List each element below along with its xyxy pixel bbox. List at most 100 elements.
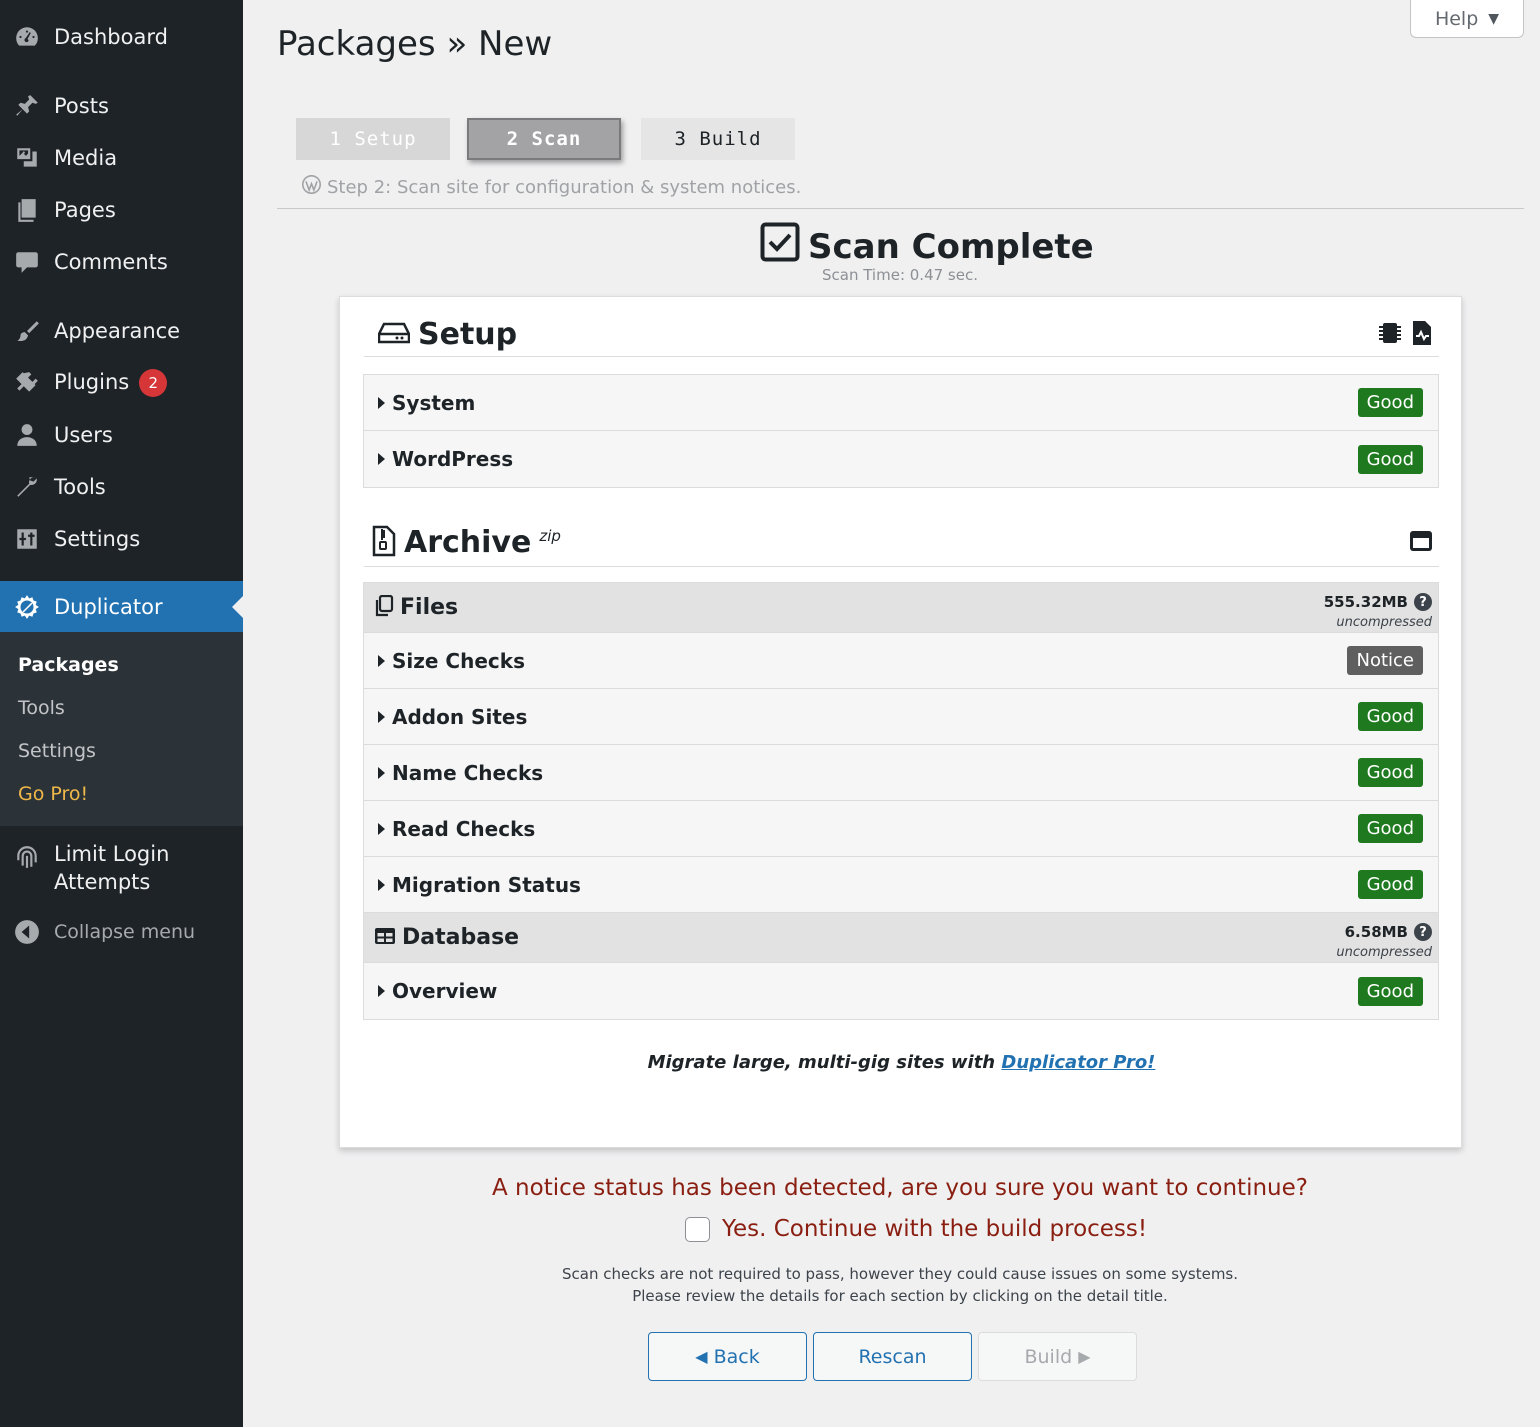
- duplicator-pro-link[interactable]: Duplicator Pro!: [1001, 1052, 1155, 1073]
- menu-item-tools[interactable]: Tools: [0, 461, 243, 513]
- database-size-note: uncompressed: [1336, 945, 1432, 960]
- check-row-migration-status[interactable]: Migration Status Good: [364, 857, 1438, 913]
- menu-item-duplicator[interactable]: Duplicator: [0, 581, 243, 633]
- checkbox-checked-icon: [760, 222, 800, 271]
- check-row-wordpress[interactable]: WordPress Good: [364, 431, 1438, 487]
- menu-label: Appearance: [54, 319, 181, 343]
- window-minimize-icon[interactable]: [1409, 530, 1433, 556]
- menu-label: Limit Login Attempts: [54, 840, 243, 896]
- settings-icon: [0, 526, 54, 552]
- step-scan[interactable]: 2 Scan: [467, 118, 621, 160]
- update-count-badge: 2: [139, 369, 168, 397]
- collapse-menu-button[interactable]: Collapse menu: [0, 906, 243, 958]
- back-label: Back: [713, 1345, 760, 1368]
- scan-complete-title: Scan Complete: [808, 226, 1094, 267]
- database-header: Database 6.58MB? uncompressed: [364, 913, 1438, 963]
- step-description: Step 2: Scan site for configuration & sy…: [302, 175, 801, 199]
- submenu-tools[interactable]: Tools: [18, 697, 65, 719]
- check-row-read-checks[interactable]: Read Checks Good: [364, 801, 1438, 857]
- check-row-name-checks[interactable]: Name Checks Good: [364, 745, 1438, 801]
- status-badge: Good: [1357, 444, 1423, 474]
- continue-checkbox[interactable]: [685, 1216, 710, 1242]
- info-line-1: Scan checks are not required to pass, ho…: [561, 1265, 1239, 1283]
- rescan-label: Rescan: [858, 1345, 927, 1368]
- status-badge: Notice: [1347, 646, 1423, 675]
- submenu-packages[interactable]: Packages: [18, 654, 119, 676]
- menu-item-appearance[interactable]: Appearance: [0, 305, 243, 357]
- info-line-2: Please review the details for each secti…: [632, 1287, 1168, 1305]
- caret-right-icon: [378, 985, 385, 997]
- plugins-label: Plugins: [54, 370, 130, 394]
- menu-label: Media: [54, 146, 118, 170]
- check-row-overview[interactable]: Overview Good: [364, 963, 1438, 1019]
- submenu-settings[interactable]: Settings: [18, 740, 96, 762]
- pro-promo: Migrate large, multi-gig sites with Dupl…: [340, 1052, 1463, 1073]
- file-report-icon[interactable]: [1411, 320, 1433, 349]
- pages-icon: [0, 197, 54, 223]
- menu-item-dashboard[interactable]: Dashboard: [0, 11, 243, 63]
- continue-checkbox-label[interactable]: Yes. Continue with the build process!: [722, 1216, 1147, 1242]
- files-size-value: 555.32MB: [1323, 593, 1408, 611]
- files-header: Files 555.32MB? uncompressed: [364, 583, 1438, 633]
- database-size-value: 6.58MB: [1344, 923, 1408, 941]
- archive-checks-group: Files 555.32MB? uncompressed Size Checks…: [363, 582, 1439, 1020]
- setup-actions: [1379, 320, 1433, 349]
- duplicator-submenu: Packages Tools Settings Go Pro!: [0, 632, 243, 826]
- continue-checkbox-row[interactable]: Yes. Continue with the build process!: [685, 1216, 1147, 1242]
- menu-item-plugins[interactable]: Plugins 2: [0, 357, 243, 409]
- archive-section-header[interactable]: Archive zip: [364, 519, 1439, 567]
- wrench-icon: [0, 474, 54, 500]
- menu-label: Duplicator: [54, 595, 163, 619]
- menu-label-line2: Attempts: [54, 870, 151, 894]
- active-indicator: [232, 596, 243, 618]
- menu-label: Pages: [54, 198, 116, 222]
- back-button[interactable]: ◀ Back: [648, 1332, 807, 1381]
- menu-item-users[interactable]: Users: [0, 409, 243, 461]
- archive-format: zip: [539, 526, 561, 545]
- check-title: Migration Status: [392, 872, 581, 897]
- menu-item-pages[interactable]: Pages: [0, 184, 243, 236]
- check-row-system[interactable]: System Good: [364, 375, 1438, 431]
- archive-title: Archive: [404, 525, 532, 560]
- files-size: 555.32MB? uncompressed: [1324, 593, 1432, 630]
- collapse-icon: [0, 919, 54, 945]
- build-label: Build: [1024, 1345, 1073, 1368]
- step-setup[interactable]: 1 Setup: [296, 118, 450, 160]
- divider: [277, 208, 1524, 209]
- status-badge: Good: [1357, 758, 1423, 787]
- submenu-go-pro[interactable]: Go Pro!: [18, 783, 88, 805]
- help-question-icon[interactable]: ?: [1414, 923, 1432, 941]
- check-row-size-checks[interactable]: Size Checks Notice: [364, 633, 1438, 689]
- media-icon: [0, 145, 54, 171]
- check-title: Name Checks: [392, 760, 544, 785]
- caret-right-icon: [378, 396, 385, 409]
- plugin-icon: [0, 370, 54, 396]
- files-size-value-wrap: 555.32MB?: [1324, 593, 1432, 611]
- menu-label: Dashboard: [54, 25, 168, 49]
- menu-label: Settings: [54, 527, 141, 551]
- menu-item-media[interactable]: Media: [0, 132, 243, 184]
- help-tab-button[interactable]: Help ▼: [1410, 0, 1524, 38]
- notice-question: A notice status has been detected, are y…: [492, 1175, 1308, 1201]
- caret-right-icon: [378, 453, 385, 465]
- build-button[interactable]: Build ▶: [978, 1332, 1137, 1381]
- help-question-icon[interactable]: ?: [1414, 593, 1432, 611]
- menu-item-settings[interactable]: Settings: [0, 513, 243, 565]
- database-title: Database: [402, 925, 520, 950]
- promo-text: Migrate large, multi-gig sites with: [647, 1052, 1002, 1073]
- status-badge: Good: [1357, 814, 1423, 843]
- menu-item-posts[interactable]: Posts: [0, 80, 243, 132]
- check-row-addon-sites[interactable]: Addon Sites Good: [364, 689, 1438, 745]
- step-build[interactable]: 3 Build: [641, 118, 795, 160]
- status-badge: Good: [1357, 702, 1423, 731]
- setup-section-header[interactable]: Setup: [364, 313, 1439, 357]
- archive-actions: [1409, 530, 1433, 556]
- setup-checks-group: System Good WordPress Good: [363, 374, 1439, 488]
- rescan-button[interactable]: Rescan: [813, 1332, 972, 1381]
- status-badge: Good: [1357, 388, 1423, 417]
- caret-right-icon: [378, 710, 385, 723]
- menu-item-limit-login[interactable]: Limit Login Attempts: [0, 840, 243, 896]
- step-description-text: Step 2: Scan site for configuration & sy…: [327, 176, 802, 198]
- memory-chip-icon[interactable]: [1379, 321, 1401, 349]
- setup-title: Setup: [418, 317, 518, 352]
